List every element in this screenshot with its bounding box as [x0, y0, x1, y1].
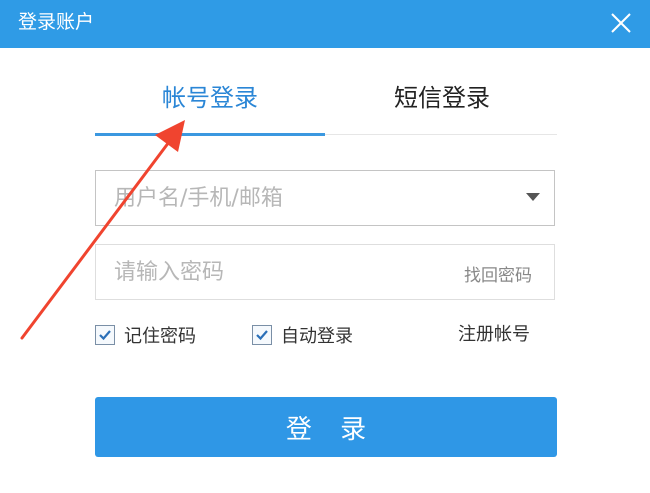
password-input[interactable]	[114, 245, 444, 299]
close-icon[interactable]	[604, 6, 638, 40]
forgot-password-link[interactable]: 找回密码	[464, 261, 532, 286]
remember-password-option[interactable]: 记住密码	[95, 322, 196, 348]
tab-sms-login[interactable]: 短信登录	[327, 80, 557, 116]
auto-login-label: 自动登录	[281, 326, 353, 347]
remember-password-label: 记住密码	[124, 326, 196, 347]
title-bar: 登录账户	[0, 0, 650, 48]
register-account-link[interactable]: 注册帐号	[458, 322, 530, 348]
check-icon	[99, 330, 111, 341]
chevron-down-icon[interactable]	[526, 193, 540, 201]
remember-password-checkbox[interactable]	[95, 325, 115, 345]
auto-login-option[interactable]: 自动登录	[252, 322, 353, 348]
login-button[interactable]: 登 录	[95, 397, 557, 457]
username-input[interactable]	[114, 171, 444, 225]
password-field: 找回密码	[95, 244, 555, 300]
window-title: 登录账户	[18, 11, 95, 33]
active-tab-indicator	[95, 133, 325, 136]
check-icon	[256, 330, 268, 341]
login-tabs: 帐号登录 短信登录	[95, 70, 557, 136]
tab-account-login[interactable]: 帐号登录	[95, 80, 325, 116]
username-field	[95, 170, 555, 226]
auto-login-checkbox[interactable]	[252, 325, 272, 345]
